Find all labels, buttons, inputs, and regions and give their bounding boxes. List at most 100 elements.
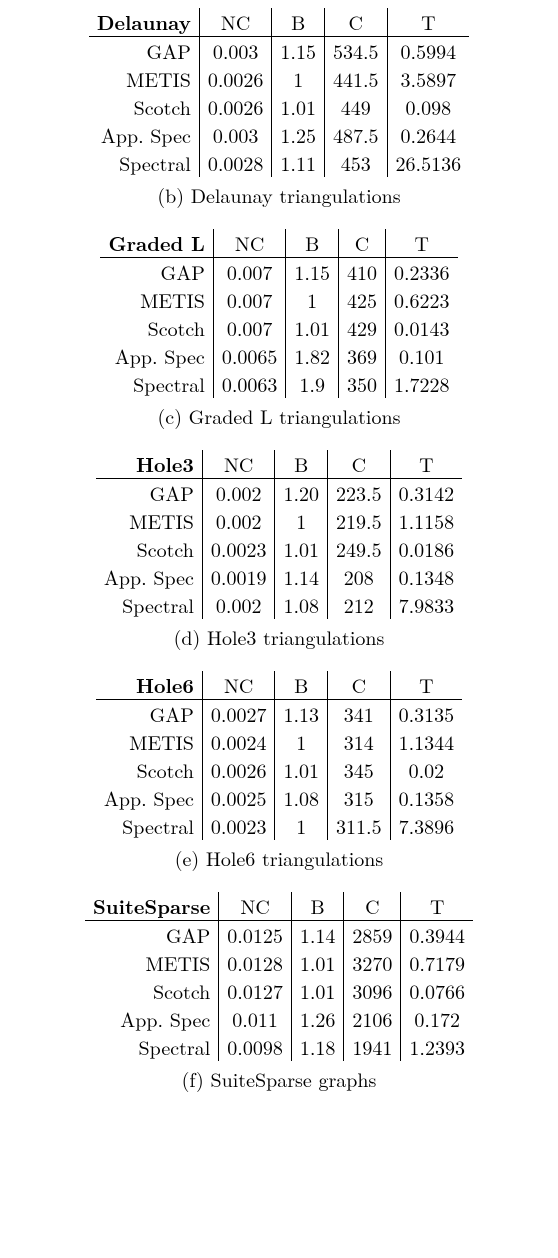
row-label: METIS [89, 65, 199, 93]
cell: 0.1348 [390, 563, 462, 591]
table-row: METIS0.0021219.51.1158 [96, 507, 462, 535]
row-label: METIS [100, 286, 213, 314]
cell: 1.26 [291, 1005, 344, 1033]
column-header: NC [219, 892, 292, 921]
cell: 0.3142 [390, 479, 462, 508]
cell: 1.08 [275, 591, 328, 619]
cell: 3.5897 [387, 65, 469, 93]
column-header: T [390, 671, 462, 700]
cell: 0.002 [202, 507, 275, 535]
cell: 0.02 [390, 756, 462, 784]
cell: 1.1344 [390, 728, 462, 756]
table-label: Hole6 [96, 671, 203, 700]
cell: 441.5 [324, 65, 387, 93]
table-row: Scotch0.0071.014290.0143 [100, 314, 457, 342]
table-row: Scotch0.00261.013450.02 [96, 756, 462, 784]
cell: 7.3896 [390, 812, 462, 840]
cell: 0.3944 [401, 921, 473, 950]
table-row: METIS0.002413141.1344 [96, 728, 462, 756]
cell: 212 [328, 591, 391, 619]
row-label: GAP [96, 700, 203, 729]
cell: 0.0128 [219, 949, 292, 977]
table-label: Hole3 [96, 450, 203, 479]
cell: 0.5994 [387, 37, 469, 66]
table-label: Delaunay [89, 8, 199, 37]
caption-tag: (d) [174, 622, 201, 651]
row-label: Spectral [89, 149, 199, 177]
cell: 1.25 [272, 121, 325, 149]
row-label: METIS [96, 728, 203, 756]
row-label: METIS [96, 507, 203, 535]
cell: 0.0766 [401, 977, 473, 1005]
table-row: Spectral0.00281.1145326.5136 [89, 149, 469, 177]
table-caption: (f) SuiteSparse graphs [10, 1067, 548, 1091]
cell: 0.0186 [390, 535, 462, 563]
table-caption: (c) Graded L triangulations [10, 404, 548, 428]
cell: 0.6223 [385, 286, 457, 314]
table-row: Spectral0.0021.082127.9833 [96, 591, 462, 619]
cell: 410 [338, 258, 385, 287]
cell: 1941 [344, 1033, 401, 1061]
table-caption: (b) Delaunay triangulations [10, 183, 548, 207]
cell: 0.0023 [202, 535, 275, 563]
cell: 0.098 [387, 93, 469, 121]
table-label: SuiteSparse [85, 892, 219, 921]
cell: 350 [338, 370, 385, 398]
cell: 1.20 [275, 479, 328, 508]
row-label: METIS [85, 949, 219, 977]
cell: 1.01 [286, 314, 339, 342]
table-row: App. Spec0.00251.083150.1358 [96, 784, 462, 812]
column-header: NC [202, 671, 275, 700]
results-table: DelaunayNCBCTGAP0.0031.15534.50.5994METI… [89, 8, 469, 177]
cell: 0.0028 [199, 149, 272, 177]
row-label: GAP [96, 479, 203, 508]
cell: 1.01 [275, 756, 328, 784]
cell: 0.003 [199, 37, 272, 66]
cell: 1.1158 [390, 507, 462, 535]
table-row: GAP0.0031.15534.50.5994 [89, 37, 469, 66]
cell: 0.172 [401, 1005, 473, 1033]
cell: 1.9 [286, 370, 339, 398]
table-row: Spectral0.00981.1819411.2393 [85, 1033, 473, 1061]
cell: 449 [324, 93, 387, 121]
column-header: NC [199, 8, 272, 37]
cell: 0.007 [213, 258, 286, 287]
cell: 0.011 [219, 1005, 292, 1033]
row-label: App. Spec [89, 121, 199, 149]
row-label: App. Spec [96, 563, 203, 591]
cell: 1.15 [286, 258, 339, 287]
table-row: METIS0.00714250.6223 [100, 286, 457, 314]
column-header: NC [202, 450, 275, 479]
cell: 2106 [344, 1005, 401, 1033]
column-header: B [272, 8, 325, 37]
cell: 315 [328, 784, 391, 812]
cell: 0.0019 [202, 563, 275, 591]
cell: 1.01 [291, 949, 344, 977]
cell: 425 [338, 286, 385, 314]
cell: 369 [338, 342, 385, 370]
cell: 1.15 [272, 37, 325, 66]
row-label: Spectral [96, 812, 203, 840]
cell: 341 [328, 700, 391, 729]
cell: 1 [275, 728, 328, 756]
cell: 345 [328, 756, 391, 784]
cell: 1.11 [272, 149, 325, 177]
table-row: App. Spec0.00651.823690.101 [100, 342, 457, 370]
cell: 534.5 [324, 37, 387, 66]
caption-tag: (b) [157, 180, 184, 209]
cell: 0.0026 [199, 93, 272, 121]
caption-text: Hole3 triangulations [207, 622, 384, 651]
results-table: Hole3NCBCTGAP0.0021.20223.50.3142METIS0.… [96, 450, 462, 619]
cell: 3096 [344, 977, 401, 1005]
caption-tag: (f) [182, 1064, 204, 1093]
cell: 1.01 [275, 535, 328, 563]
cell: 1.14 [275, 563, 328, 591]
row-label: Scotch [85, 977, 219, 1005]
cell: 0.003 [199, 121, 272, 149]
row-label: App. Spec [96, 784, 203, 812]
row-label: Spectral [100, 370, 213, 398]
cell: 0.0026 [199, 65, 272, 93]
cell: 1.08 [275, 784, 328, 812]
caption-tag: (e) [175, 843, 199, 872]
table-row: Scotch0.00231.01249.50.0186 [96, 535, 462, 563]
